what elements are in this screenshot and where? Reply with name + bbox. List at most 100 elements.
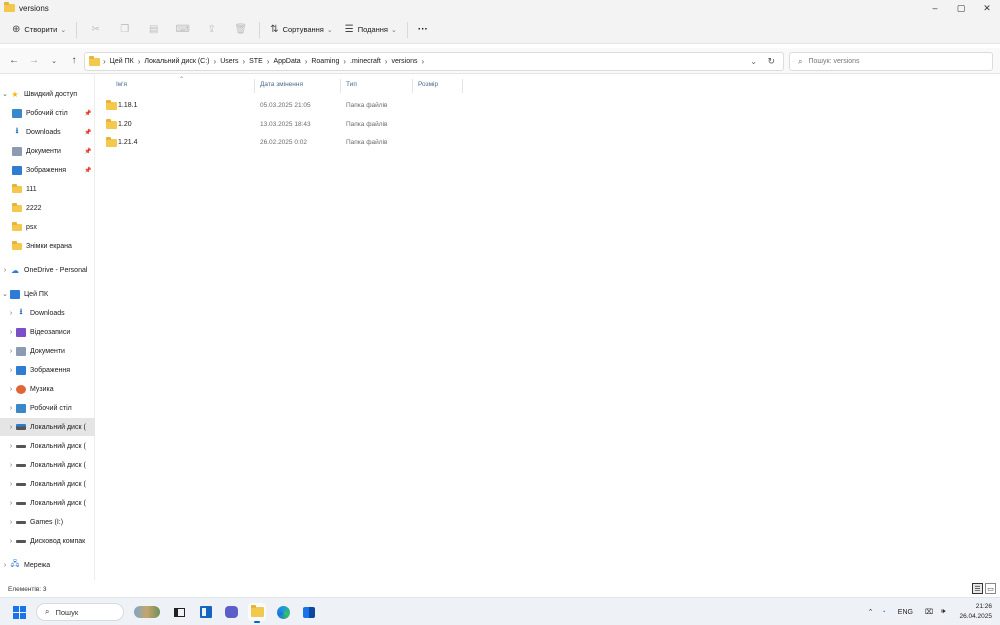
close-button[interactable]: ✕ [974, 0, 1000, 16]
column-header-type[interactable]: Тип [346, 81, 357, 88]
column-header-size[interactable]: Розмір [418, 81, 438, 88]
taskview-button[interactable] [170, 603, 188, 621]
start-button[interactable] [10, 603, 28, 621]
chevron-right-icon[interactable]: › [6, 500, 16, 507]
file-explorer-button[interactable] [248, 603, 266, 623]
sidebar-item-documents[interactable]: Документи 📌 [0, 142, 95, 160]
widgets-button[interactable] [132, 603, 162, 621]
up-button[interactable]: ↑ [64, 51, 84, 71]
table-row[interactable]: 1.18.1 05.03.2025 21:05 Папка файлів [104, 97, 464, 113]
column-header-date[interactable]: Дата змінення [260, 81, 303, 88]
sidebar-item-pc-documents[interactable]: › Документи [0, 342, 95, 360]
more-options-button[interactable]: ··· [412, 19, 434, 41]
breadcrumb-users[interactable]: Users [220, 58, 238, 65]
breadcrumb-local-disk[interactable]: Локальний диск (C:) [144, 58, 209, 65]
sidebar-item-downloads[interactable]: ⭳ Downloads 📌 [0, 123, 95, 141]
sidebar-item-pictures[interactable]: Зображення 📌 [0, 161, 95, 179]
details-view-icon[interactable]: ☰ [972, 583, 983, 594]
sidebar-item-quick-access[interactable]: ⌄ ★ Швидкий доступ [0, 85, 95, 103]
sidebar-item-folder-2222[interactable]: 2222 [0, 199, 95, 217]
table-row[interactable]: 1.20 13.03.2025 18:43 Папка файлів [104, 116, 464, 132]
cut-icon[interactable]: ✂ [81, 19, 110, 41]
chevron-right-icon[interactable]: › [6, 538, 16, 545]
new-button[interactable]: ⊕ Створити ⌄ [6, 19, 72, 41]
breadcrumb-ste[interactable]: STE [249, 58, 263, 65]
chevron-up-icon[interactable]: ⌃ [868, 608, 874, 616]
copy-icon[interactable]: ❐ [110, 19, 139, 41]
address-dropdown-icon[interactable]: ⌄ [750, 57, 757, 66]
column-divider[interactable] [254, 79, 255, 93]
delete-icon[interactable]: 🗑 [226, 19, 255, 41]
table-row[interactable]: 1.21.4 26.02.2025 0:02 Папка файлів [104, 134, 464, 150]
edge-button[interactable] [274, 603, 292, 621]
maximize-button[interactable]: ▢ [948, 0, 974, 16]
rename-icon[interactable]: ⌨ [168, 19, 197, 41]
sidebar-item-local-disk[interactable]: › Локальний диск ( [0, 494, 95, 512]
minimize-button[interactable]: – [922, 0, 948, 16]
chevron-down-icon[interactable]: ⌄ [0, 90, 10, 98]
chevron-right-icon[interactable]: › [6, 424, 16, 431]
chevron-right-icon[interactable]: › [6, 329, 16, 336]
sidebar-item-desktop[interactable]: Робочий стіл 📌 [0, 104, 95, 122]
column-divider[interactable] [462, 79, 463, 93]
sidebar-item-local-disk[interactable]: › Локальний диск ( [0, 475, 95, 493]
paste-icon[interactable]: ▤ [139, 19, 168, 41]
taskbar-search[interactable]: ⌕ Пошук [36, 603, 124, 621]
column-divider[interactable] [412, 79, 413, 93]
chevron-right-icon[interactable]: › [6, 310, 16, 317]
network-status-icon[interactable]: ◔ [882, 609, 886, 616]
sidebar-item-local-disk-c[interactable]: › Локальний диск ( [0, 418, 95, 436]
sidebar-item-label: Локальний диск ( [30, 499, 86, 507]
sidebar-item-local-disk[interactable]: › Локальний диск ( [0, 437, 95, 455]
sidebar-item-screenshots[interactable]: Знімки екрана [0, 237, 95, 255]
forward-button[interactable]: → [24, 51, 44, 71]
sidebar-item-pc-desktop[interactable]: › Робочий стіл [0, 399, 95, 417]
sidebar-item-onedrive[interactable]: › ☁ OneDrive - Personal [0, 261, 95, 279]
chevron-right-icon[interactable]: › [6, 462, 16, 469]
chevron-right-icon[interactable]: › [6, 481, 16, 488]
sort-button[interactable]: ⇅ Сортування ⌄ [264, 19, 339, 41]
chevron-down-icon[interactable]: ⌄ [0, 290, 10, 298]
app-snap-button[interactable] [197, 603, 215, 621]
sidebar-item-games-drive[interactable]: › Games (I:) [0, 513, 95, 531]
chevron-right-icon[interactable]: › [6, 386, 16, 393]
sidebar-item-folder-111[interactable]: 111 [0, 180, 95, 198]
breadcrumb-roaming[interactable]: Roaming [311, 58, 339, 65]
sidebar-item-network[interactable]: › 🖧 Мережа [0, 556, 95, 574]
chat-button[interactable] [222, 603, 240, 621]
chevron-right-icon[interactable]: › [6, 405, 16, 412]
sidebar-item-this-pc[interactable]: ⌄ Цей ПК [0, 285, 95, 303]
sidebar-item-cd-drive[interactable]: › Дисковод компак [0, 532, 95, 550]
sidebar-item-music[interactable]: › Музика [0, 380, 95, 398]
clock[interactable]: 21:26 26.04.2025 [959, 602, 992, 622]
chevron-right-icon[interactable]: › [6, 367, 16, 374]
sidebar-item-videos[interactable]: › Відеозаписи [0, 323, 95, 341]
address-bar[interactable]: › Цей ПК › Локальний диск (C:) › Users ›… [84, 52, 784, 71]
volume-icon[interactable]: 🕪 [941, 608, 945, 616]
breadcrumb-versions[interactable]: versions [391, 58, 417, 65]
display-icon[interactable]: ⌧ [925, 608, 933, 616]
refresh-icon[interactable]: ↻ [767, 56, 775, 67]
tiles-view-icon[interactable]: ▭ [985, 583, 996, 594]
sidebar-item-local-disk[interactable]: › Локальний диск ( [0, 456, 95, 474]
column-header-name[interactable]: Ім'я [116, 81, 127, 88]
sidebar-item-folder-psx[interactable]: psx [0, 218, 95, 236]
breadcrumb-appdata[interactable]: AppData [273, 58, 300, 65]
chevron-right-icon[interactable]: › [0, 267, 10, 274]
sidebar-item-pc-downloads[interactable]: › ⭳ Downloads [0, 304, 95, 322]
column-divider[interactable] [340, 79, 341, 93]
search-input[interactable]: ⌕ Пошук: versions [789, 52, 993, 71]
share-icon[interactable]: ⇪ [197, 19, 226, 41]
language-indicator[interactable]: ENG [898, 609, 913, 616]
breadcrumb-minecraft[interactable]: .minecraft [350, 58, 381, 65]
chevron-right-icon[interactable]: › [6, 348, 16, 355]
view-button[interactable]: ☰ Подання ⌄ [339, 19, 403, 41]
recent-locations-button[interactable]: ⌄ [44, 51, 64, 71]
breadcrumb-this-pc[interactable]: Цей ПК [110, 58, 134, 65]
store-button[interactable] [300, 603, 318, 621]
back-button[interactable]: ← [4, 51, 24, 71]
sidebar-item-pc-pictures[interactable]: › Зображення [0, 361, 95, 379]
chevron-right-icon[interactable]: › [0, 562, 10, 569]
chevron-right-icon[interactable]: › [6, 519, 16, 526]
chevron-right-icon[interactable]: › [6, 443, 16, 450]
